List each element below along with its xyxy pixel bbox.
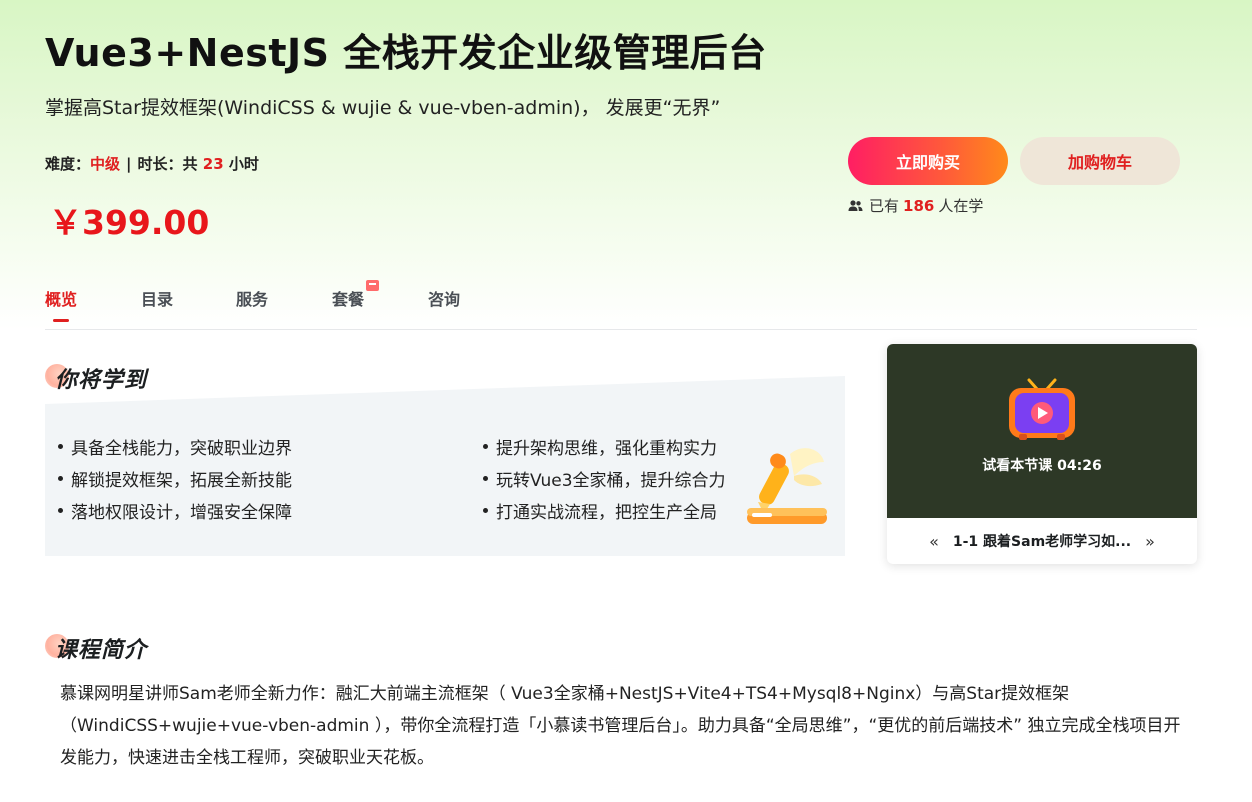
difficulty-value: 中级 bbox=[90, 155, 121, 173]
lesson-navigator: « 1-1 跟着Sam老师学习如... » bbox=[887, 518, 1197, 564]
tab-overview[interactable]: 概览 bbox=[45, 286, 77, 310]
learn-item-text: 落地权限设计，增强安全保障 bbox=[71, 503, 292, 523]
course-meta: 难度：中级 | 时长：共 23 小时 bbox=[45, 153, 259, 174]
learn-item: 玩转Vue3全家桶，提升综合力 bbox=[483, 466, 726, 491]
learn-item: 解锁提效框架，拓展全新技能 bbox=[58, 466, 292, 491]
learner-count: 已有 186 人在学 bbox=[848, 195, 983, 216]
learn-section-heading: 你将学到 bbox=[45, 362, 147, 394]
intro-body: 慕课网明星讲师Sam老师全新力作：融汇大前端主流框架（ Vue3全家桶+Nest… bbox=[60, 684, 1181, 768]
duration-label: 时长：共 bbox=[137, 155, 198, 173]
learners-prefix: 已有 bbox=[869, 197, 900, 215]
bullet-icon bbox=[58, 444, 63, 449]
learn-item: 提升架构思维，强化重构实力 bbox=[483, 434, 717, 459]
users-icon bbox=[848, 199, 863, 211]
duration-value: 23 bbox=[202, 155, 224, 173]
tab-catalog[interactable]: 目录 bbox=[141, 286, 173, 310]
bullet-icon bbox=[58, 476, 63, 481]
bullet-icon bbox=[58, 508, 63, 513]
learn-item: 落地权限设计，增强安全保障 bbox=[58, 498, 292, 523]
buy-now-button[interactable]: 立即购买 bbox=[848, 137, 1008, 185]
tab-package-label: 套餐 bbox=[332, 290, 365, 309]
pen-illustration-icon bbox=[747, 448, 827, 524]
duration-unit: 小时 bbox=[228, 155, 259, 173]
tab-package[interactable]: 套餐 bbox=[332, 280, 379, 310]
tab-consult[interactable]: 咨询 bbox=[428, 286, 460, 310]
prev-lesson-icon[interactable]: « bbox=[929, 532, 939, 551]
learn-item-text: 玩转Vue3全家桶，提升综合力 bbox=[496, 471, 726, 491]
learn-item-text: 具备全栈能力，突破职业边界 bbox=[71, 439, 292, 459]
difficulty-label: 难度： bbox=[45, 155, 91, 173]
intro-heading-text: 课程简介 bbox=[55, 638, 148, 663]
meta-separator: | bbox=[126, 155, 132, 173]
course-title: Vue3+NestJS 全栈开发企业级管理后台 bbox=[45, 31, 767, 75]
learners-suffix: 人在学 bbox=[938, 197, 984, 215]
learners-count: 186 bbox=[903, 196, 935, 215]
trial-label: 试看本节课 04:26 bbox=[982, 458, 1102, 474]
tv-play-icon bbox=[1009, 378, 1075, 440]
learn-item-text: 打通实战流程，把控生产全局 bbox=[496, 503, 717, 523]
bullet-icon bbox=[483, 476, 488, 481]
new-badge-icon bbox=[366, 280, 379, 291]
tab-service[interactable]: 服务 bbox=[236, 286, 268, 310]
learn-item-text: 解锁提效框架，拓展全新技能 bbox=[71, 471, 292, 491]
next-lesson-icon[interactable]: » bbox=[1145, 532, 1155, 551]
learn-item-text: 提升架构思维，强化重构实力 bbox=[496, 439, 717, 459]
lesson-title[interactable]: 1-1 跟着Sam老师学习如... bbox=[953, 531, 1131, 551]
course-price: ￥399.00 bbox=[49, 203, 210, 242]
bullet-icon bbox=[483, 444, 488, 449]
learn-item: 打通实战流程，把控生产全局 bbox=[483, 498, 717, 523]
course-tabs: 概览 目录 服务 套餐 咨询 bbox=[45, 280, 1197, 330]
add-to-cart-button[interactable]: 加购物车 bbox=[1020, 137, 1180, 185]
trial-video-card: 试看本节课 04:26 « 1-1 跟着Sam老师学习如... » bbox=[887, 344, 1197, 564]
learn-item: 具备全栈能力，突破职业边界 bbox=[58, 434, 292, 459]
bullet-icon bbox=[483, 508, 488, 513]
course-subtitle: 掌握高Star提效框架(WindiCSS & wujie & vue-vben-… bbox=[45, 97, 721, 119]
video-preview[interactable]: 试看本节课 04:26 bbox=[887, 344, 1197, 518]
intro-section-heading: 课程简介 bbox=[45, 632, 147, 664]
learn-heading-text: 你将学到 bbox=[55, 368, 148, 393]
